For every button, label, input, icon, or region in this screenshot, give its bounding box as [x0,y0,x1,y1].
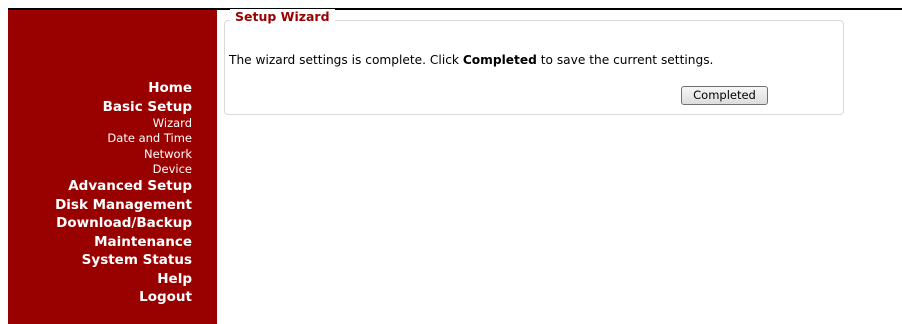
completed-button[interactable]: Completed [681,86,768,105]
sidebar: Home Basic Setup Wizard Date and Time Ne… [8,10,217,324]
sidebar-item-advanced-setup[interactable]: Advanced Setup [55,177,192,196]
sidebar-item-basic-setup[interactable]: Basic Setup [55,98,192,117]
sidebar-item-logout[interactable]: Logout [55,288,192,307]
sidebar-item-help[interactable]: Help [55,270,192,289]
sidebar-subitem-wizard[interactable]: Wizard [55,116,192,131]
sidebar-subitem-date-and-time[interactable]: Date and Time [55,131,192,146]
message-text-bold: Completed [462,53,537,67]
sidebar-nav: Home Basic Setup Wizard Date and Time Ne… [55,79,192,307]
sidebar-item-download-backup[interactable]: Download/Backup [55,214,192,233]
message-text-start: The wizard settings is complete. Click [229,53,463,67]
sidebar-item-maintenance[interactable]: Maintenance [55,233,192,252]
sidebar-item-home[interactable]: Home [55,79,192,98]
completion-message: The wizard settings is complete. Click C… [229,52,713,68]
panel-legend: Setup Wizard [230,9,335,25]
sidebar-item-system-status[interactable]: System Status [55,251,192,270]
sidebar-item-disk-management[interactable]: Disk Management [55,196,192,215]
sidebar-subitem-device[interactable]: Device [55,162,192,177]
sidebar-subitem-network[interactable]: Network [55,147,192,162]
message-text-end: to save the current settings. [536,53,714,67]
